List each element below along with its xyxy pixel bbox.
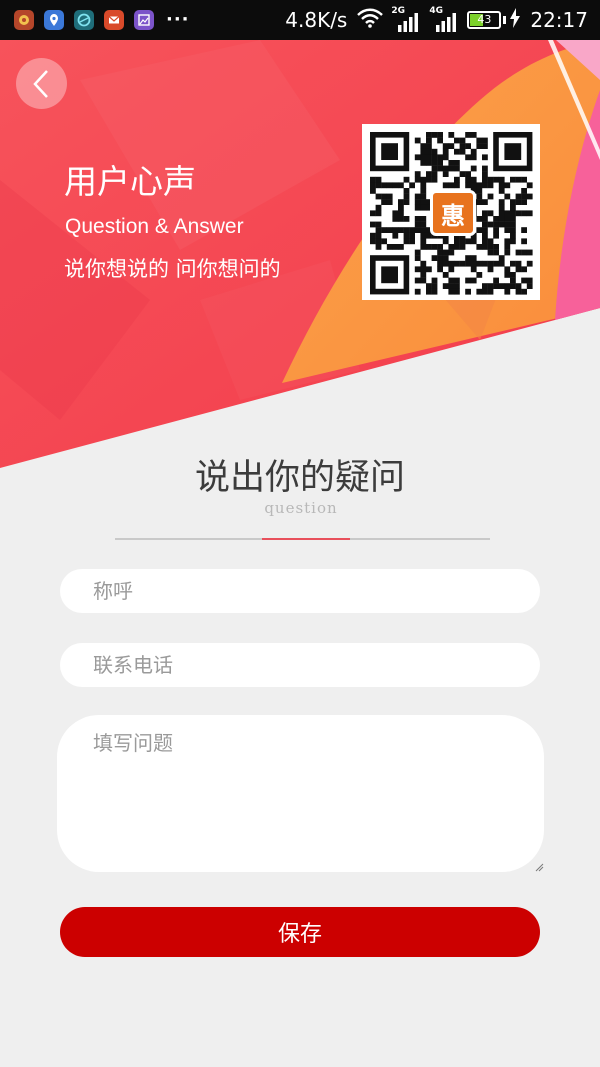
signal-4g: 4G — [429, 6, 457, 32]
section-divider-accent — [262, 538, 350, 540]
signal-bars-icon — [398, 13, 419, 32]
section-title: 说出你的疑问 — [194, 458, 405, 498]
mail-app-icon — [104, 10, 124, 30]
signal-bars-icon — [436, 13, 457, 32]
section-divider — [115, 538, 490, 540]
save-button[interactable]: 保存 — [60, 907, 540, 957]
back-button[interactable] — [16, 58, 67, 109]
resize-grip-icon[interactable] — [534, 862, 544, 872]
location-app-icon — [44, 10, 64, 30]
battery-icon: 43 — [467, 11, 502, 29]
phone-input[interactable] — [60, 643, 540, 687]
battery-cap — [503, 16, 507, 24]
wifi-icon — [357, 8, 384, 33]
question-textarea[interactable] — [57, 715, 544, 872]
battery-percent: 43 — [477, 13, 492, 26]
status-bar: ··· 4.8K/s 2G 4G 43 22:17 — [0, 0, 600, 40]
signal-2g: 2G — [391, 6, 419, 32]
status-app-icons: ··· — [14, 10, 190, 30]
chevron-left-icon — [32, 69, 48, 98]
hero-title: 用户心声 — [64, 162, 196, 201]
hero-slogan: 说你想说的 问你想问的 — [64, 257, 281, 281]
browser-app-icon — [74, 10, 94, 30]
clock: 22:17 — [530, 8, 588, 32]
network-speed: 4.8K/s — [285, 8, 348, 32]
qr-code: 惠 — [362, 124, 540, 300]
page: ··· 4.8K/s 2G 4G 43 22:17 用户心声 Question … — [0, 0, 600, 1067]
charging-icon — [510, 7, 521, 33]
section-subtitle: question — [264, 499, 338, 517]
name-input[interactable] — [60, 569, 540, 613]
status-right: 4.8K/s 2G 4G 43 22:17 — [285, 6, 588, 33]
gallery-app-icon — [134, 10, 154, 30]
more-notifications: ··· — [166, 9, 190, 30]
qr-logo-badge: 惠 — [430, 190, 476, 236]
hero-subtitle-en: Question & Answer — [65, 215, 244, 238]
app-badge-icon — [14, 10, 34, 30]
